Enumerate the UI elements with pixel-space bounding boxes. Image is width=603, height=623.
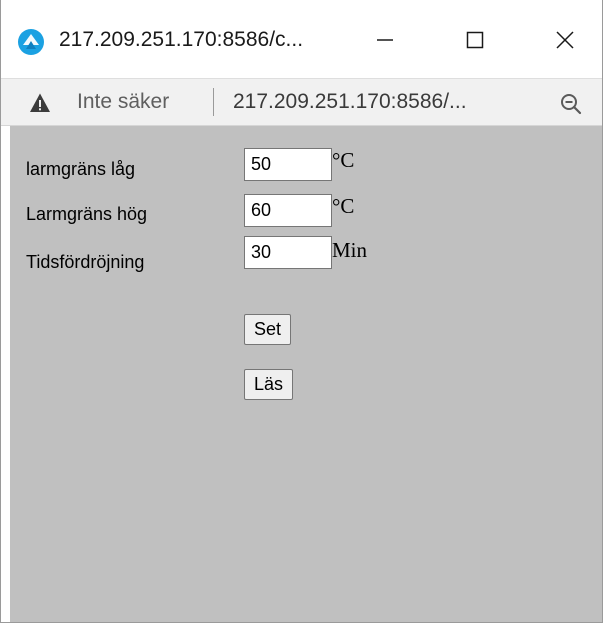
unit-alarm-low: °C	[332, 148, 355, 172]
security-label[interactable]: Inte säker	[77, 90, 169, 114]
close-icon	[556, 31, 574, 49]
browser-window: 217.209.251.170:8586/c... Inte säker 217	[0, 0, 603, 623]
title-bar[interactable]: 217.209.251.170:8586/c...	[1, 0, 602, 78]
field-label-alarm-high: Larmgräns hög	[26, 204, 148, 224]
time-delay-input[interactable]	[244, 236, 332, 269]
unit-time-delay: Min	[332, 238, 368, 262]
minimize-icon	[377, 39, 393, 41]
address-separator	[213, 88, 214, 116]
minimize-button[interactable]	[355, 12, 415, 68]
alarm-low-input[interactable]	[244, 148, 332, 181]
url-text[interactable]: 217.209.251.170:8586/...	[233, 90, 467, 114]
close-button[interactable]	[535, 12, 595, 68]
browser-app-icon	[18, 29, 44, 55]
maximize-button[interactable]	[445, 12, 505, 68]
unit-alarm-high: °C	[332, 194, 355, 218]
field-label-alarm-low: larmgräns låg	[26, 159, 136, 179]
set-button[interactable]: Set	[244, 314, 292, 345]
field-label-time-delay: Tidsfördröjning	[26, 252, 145, 272]
maximize-icon	[466, 31, 484, 49]
warning-triangle-icon[interactable]	[29, 92, 51, 114]
zoom-out-icon[interactable]	[559, 92, 583, 116]
read-button[interactable]: Läs	[244, 369, 294, 400]
page-content: larmgräns låg °C Larmgräns hög °C Tidsfö…	[10, 126, 602, 622]
address-bar[interactable]: Inte säker 217.209.251.170:8586/...	[1, 78, 602, 126]
window-title: 217.209.251.170:8586/c...	[59, 28, 304, 51]
alarm-high-input[interactable]	[244, 194, 332, 227]
